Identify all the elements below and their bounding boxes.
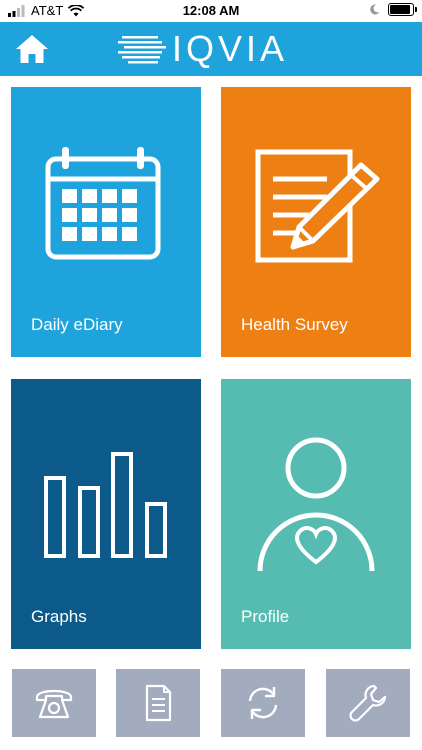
logo-lines-icon <box>118 36 166 64</box>
person-heart-icon <box>257 437 375 572</box>
graphs-tile[interactable]: Graphs <box>11 379 201 649</box>
health-survey-tile[interactable]: Health Survey <box>221 87 411 357</box>
battery-icon <box>388 3 417 16</box>
home-button[interactable] <box>14 31 50 67</box>
logo-text: IQVIA <box>172 28 289 69</box>
phone-button[interactable] <box>12 669 96 737</box>
status-right <box>370 3 417 16</box>
document-pencil-icon <box>255 149 380 263</box>
wrench-icon <box>349 684 387 722</box>
status-time: 12:08 AM <box>182 3 240 18</box>
home-icon <box>16 35 48 63</box>
phone-icon <box>35 689 73 719</box>
document-button[interactable] <box>116 669 200 737</box>
profile-label: Profile <box>241 607 290 626</box>
health-survey-label: Health Survey <box>241 315 348 334</box>
moon-icon <box>370 4 380 15</box>
sync-icon <box>248 687 278 719</box>
app-header: IQVIA <box>0 22 422 76</box>
profile-tile[interactable]: Profile <box>221 379 411 649</box>
iqvia-logo: IQVIA <box>118 30 288 68</box>
wrench-button[interactable] <box>326 669 410 737</box>
daily-ediary-label: Daily eDiary <box>31 315 123 334</box>
sync-button[interactable] <box>221 669 305 737</box>
graphs-label: Graphs <box>31 607 87 626</box>
document-icon <box>145 684 172 722</box>
bar-chart-icon <box>44 452 167 558</box>
calendar-icon <box>45 147 161 260</box>
daily-ediary-tile[interactable]: Daily eDiary <box>11 87 201 357</box>
status-bar: AT&T 12:08 AM <box>0 0 422 22</box>
